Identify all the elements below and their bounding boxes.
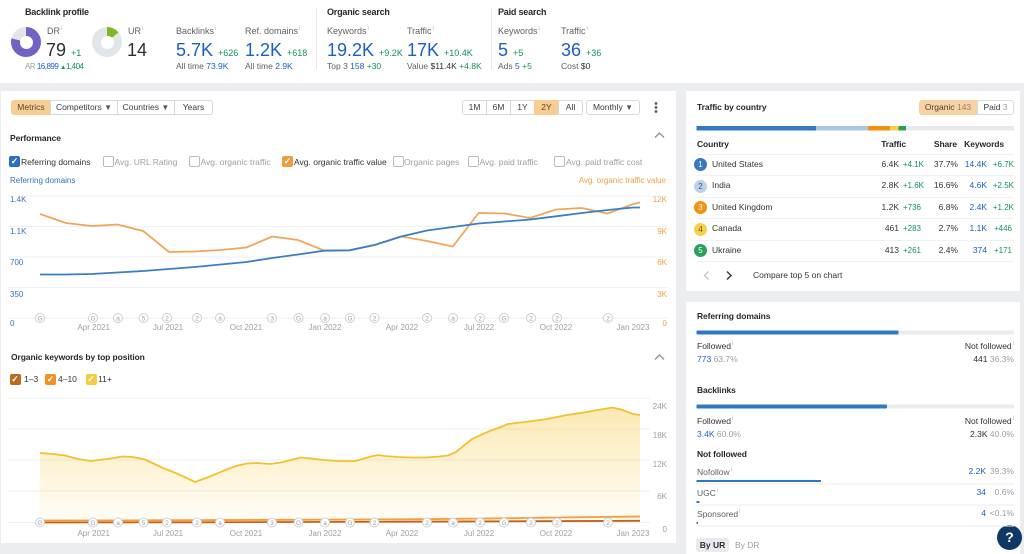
svg-text:a: a [218,316,222,323]
svg-text:G: G [90,520,95,527]
svg-text:Jan 2023: Jan 2023 [617,323,650,332]
svg-text:a: a [451,316,455,323]
svg-text:Oct 2021: Oct 2021 [230,529,263,538]
svg-text:Oct 2021: Oct 2021 [230,323,263,332]
svg-text:2: 2 [165,520,169,527]
svg-text:Jul 2021: Jul 2021 [153,323,184,332]
svg-text:Jan 2023: Jan 2023 [617,529,650,538]
svg-text:Oct 2022: Oct 2022 [540,323,573,332]
svg-text:2: 2 [555,316,559,323]
svg-text:Apr 2022: Apr 2022 [386,529,419,538]
svg-text:G: G [37,316,42,323]
svg-text:a: a [116,316,120,323]
svg-text:a: a [116,520,120,527]
svg-text:2: 2 [373,316,377,323]
svg-text:Jan 2022: Jan 2022 [309,529,342,538]
svg-text:a: a [323,316,327,323]
svg-text:2: 2 [373,520,377,527]
svg-text:G: G [90,316,95,323]
svg-text:Jul 2021: Jul 2021 [153,529,184,538]
svg-text:2: 2 [195,316,199,323]
svg-text:2: 2 [195,520,199,527]
svg-text:G: G [37,520,42,527]
svg-text:Jul 2022: Jul 2022 [464,529,495,538]
svg-text:2: 2 [478,520,482,527]
svg-text:G: G [347,316,352,323]
svg-text:G: G [296,520,301,527]
svg-text:a: a [218,520,222,527]
svg-text:2: 2 [425,316,429,323]
svg-text:Apr 2021: Apr 2021 [77,323,110,332]
svg-text:Oct 2022: Oct 2022 [540,529,573,538]
svg-text:2: 2 [425,520,429,527]
svg-text:Jan 2022: Jan 2022 [309,323,342,332]
svg-text:3: 3 [270,520,274,527]
svg-text:Apr 2021: Apr 2021 [77,529,110,538]
svg-text:Apr 2022: Apr 2022 [386,323,419,332]
svg-text:2: 2 [555,520,559,527]
svg-text:2: 2 [529,316,533,323]
svg-text:G: G [347,520,352,527]
svg-text:2: 2 [165,316,169,323]
svg-text:5: 5 [142,520,146,527]
svg-text:G: G [296,316,301,323]
svg-text:3: 3 [270,316,274,323]
svg-text:a: a [323,520,327,527]
svg-text:2: 2 [606,520,610,527]
svg-text:G: G [501,316,506,323]
svg-text:5: 5 [142,316,146,323]
svg-text:2: 2 [529,520,533,527]
svg-text:a: a [451,520,455,527]
svg-text:G: G [501,520,506,527]
svg-text:Jul 2022: Jul 2022 [464,323,495,332]
svg-text:2: 2 [478,316,482,323]
svg-text:2: 2 [606,316,610,323]
